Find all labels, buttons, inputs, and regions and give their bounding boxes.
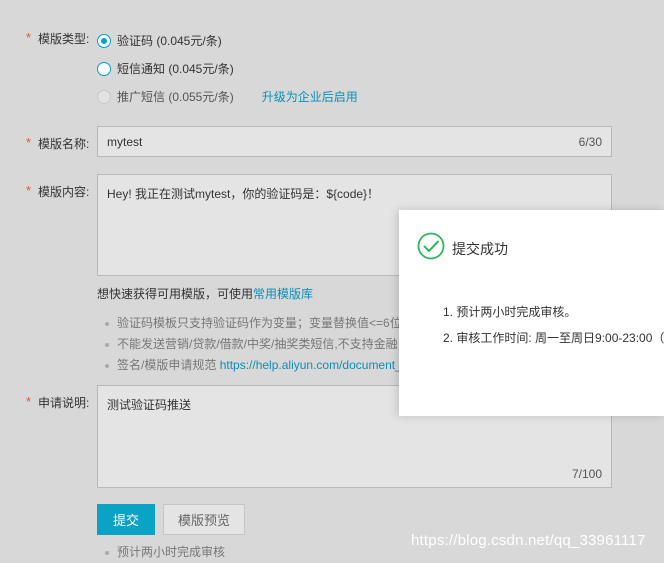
template-type-required-mark: * xyxy=(26,30,32,45)
radio-label: 短信通知 (0.045元/条) xyxy=(117,62,234,76)
submit-button[interactable]: 提交 xyxy=(97,504,155,535)
dialog-message-list: 1. 预计两小时完成审核。 2. 审核工作时间: 周一至周日9:00-23:00… xyxy=(443,299,664,351)
apply-note-label: 申请说明: xyxy=(38,396,90,410)
template-name-required-mark: * xyxy=(26,135,32,150)
radio-checked-icon xyxy=(97,33,111,48)
template-rules-list: 验证码模板只支持验证码作为变量；变量替换值<=6位 不能发送营销/贷款/借款/中… xyxy=(101,313,401,376)
rules-help-link[interactable]: https://help.aliyun.com/document_ xyxy=(220,358,401,372)
template-name-value: mytest xyxy=(107,135,143,149)
radio-option-verification-code[interactable]: 验证码 (0.045元/条) xyxy=(97,32,222,49)
template-library-link[interactable]: 常用模版库 xyxy=(253,287,313,301)
template-type-label: 模版类型: xyxy=(38,32,90,46)
list-item: 不能发送营销/贷款/借款/中奖/抽奖类短信,不支持金融 xyxy=(101,334,401,355)
template-name-counter: 6/30 xyxy=(578,135,602,149)
radio-label: 推广短信 (0.055元/条) xyxy=(117,90,234,104)
template-content-value: Hey! 我正在测试mytest，你的验证码是：${code}！ xyxy=(107,187,380,201)
list-item: 验证码模板只支持验证码作为变量；变量替换值<=6位 xyxy=(101,313,401,334)
radio-disabled-icon xyxy=(97,89,111,104)
radio-label: 验证码 (0.045元/条) xyxy=(117,34,222,48)
template-library-hint: 想快速获得可用模版，可使用常用模版库 xyxy=(97,285,313,302)
template-library-hint-text: 想快速获得可用模版，可使用 xyxy=(97,287,254,301)
template-name-label: 模版名称: xyxy=(38,137,90,151)
template-name-input[interactable]: mytest 6/30 xyxy=(97,126,612,157)
watermark-text: https://blog.csdn.net/qq_33961117 xyxy=(411,532,646,549)
apply-note-counter: 7/100 xyxy=(571,467,602,481)
list-item: 预计两小时完成审核 xyxy=(101,542,225,563)
template-content-required-mark: * xyxy=(26,183,32,198)
check-circle-icon xyxy=(417,232,445,260)
success-dialog: 提交成功 1. 预计两小时完成审核。 2. 审核工作时间: 周一至周日9:00-… xyxy=(399,210,664,416)
upgrade-link[interactable]: 升级为企业后启用 xyxy=(262,88,358,105)
radio-option-notification[interactable]: 短信通知 (0.045元/条) xyxy=(97,60,234,77)
footer-note-list: 预计两小时完成审核 xyxy=(101,542,225,563)
template-preview-button[interactable]: 模版预览 xyxy=(163,504,245,535)
apply-note-value: 测试验证码推送 xyxy=(107,398,192,412)
apply-note-required-mark: * xyxy=(26,394,32,409)
radio-unchecked-icon xyxy=(97,61,111,76)
list-item: 签名/模版申请规范 https://help.aliyun.com/docume… xyxy=(101,355,401,376)
radio-option-promotion: 推广短信 (0.055元/条) 升级为企业后启用 xyxy=(97,88,358,105)
dialog-message-item: 2. 审核工作时间: 周一至周日9:00-23:00（ xyxy=(443,331,664,345)
dialog-title: 提交成功 xyxy=(452,241,508,257)
dialog-message-item: 1. 预计两小时完成审核。 xyxy=(443,305,577,319)
template-content-label: 模版内容: xyxy=(38,185,90,199)
